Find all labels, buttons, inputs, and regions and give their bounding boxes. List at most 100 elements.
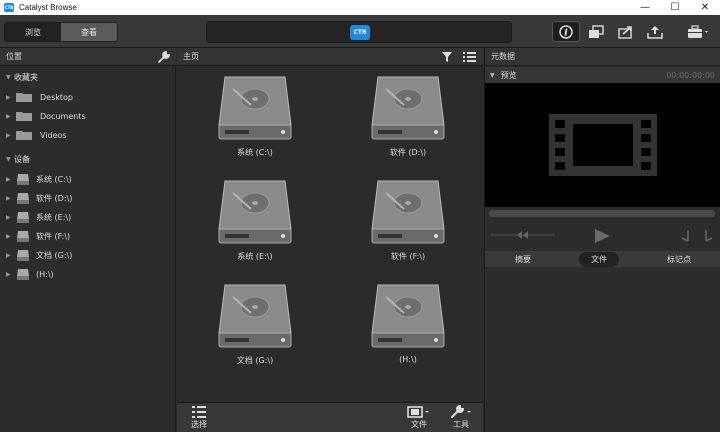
file-label: 文件 [411,420,427,429]
drive-tile-d[interactable]: 软件 (D:\) [353,75,463,165]
timecode-display: 00:00:00:00 [666,70,715,80]
device-item-c[interactable]: ▶ 系统 (C:\) [6,172,72,186]
film-placeholder-icon [549,114,657,176]
video-preview [485,83,720,207]
jog-shuttle-icon[interactable] [491,229,555,241]
hard-drive-icon [371,76,445,140]
hard-drive-icon [17,192,29,204]
export-button[interactable] [612,21,640,42]
tools-label: 工具 [453,420,469,429]
folder-icon [16,93,32,102]
device-item-h[interactable]: ▶ (H:\) [6,267,54,281]
tools-menu-button[interactable]: 工具 [449,405,473,430]
drive-label: 文档 (G:\) [236,356,274,365]
hard-drive-icon [17,173,29,185]
collapse-icon[interactable]: ▼ [490,72,495,79]
select-button[interactable]: 选择 [191,405,207,430]
drive-tile-g[interactable]: 文档 (G:\) [200,283,310,373]
tab-markers[interactable]: 标记点 [655,252,703,267]
device-label: 软件 (D:\) [36,193,73,203]
drive-label: 系统 (E:\) [237,252,273,261]
toolbar: 浏览 查看 CTB i [0,15,720,48]
location-display: CTB [206,21,512,43]
device-item-e[interactable]: ▶ 系统 (E:\) [6,210,71,224]
svg-text:i: i [564,28,568,38]
expand-icon[interactable]: ▶ [6,132,14,139]
hard-drive-icon [17,230,29,242]
drive-tile-c[interactable]: 系统 (C:\) [200,75,310,165]
select-list-icon [192,406,206,418]
mode-switcher: 浏览 查看 [4,22,118,42]
locations-panel: 位置 ▼ 收藏夹 ▶ Desktop ▶ Documents ▶ Videos ▼ 设备 … [0,48,176,432]
devices-group[interactable]: ▼ 设备 [6,152,30,166]
film-icon [407,406,429,418]
app-logo-icon: CTB [4,3,14,12]
play-icon[interactable] [593,228,611,244]
expand-icon[interactable]: ▶ [6,94,14,101]
filter-icon[interactable] [441,51,453,63]
maximize-button[interactable]: ☐ [660,0,690,15]
expand-icon[interactable]: ▶ [6,214,14,221]
copy-button[interactable] [582,21,610,42]
favorite-item-desktop[interactable]: ▶ Desktop [6,90,73,104]
hard-drive-icon [17,249,29,261]
tab-view[interactable]: 查看 [61,23,117,41]
device-item-g[interactable]: ▶ 文档 (G:\) [6,248,72,262]
tab-file[interactable]: 文件 [579,251,619,267]
file-menu-button[interactable]: 文件 [407,405,431,430]
mark-out-icon[interactable] [703,229,713,243]
info-icon: i [559,24,573,39]
mark-in-icon[interactable] [681,229,691,243]
expand-icon[interactable]: ▶ [6,233,14,240]
expand-icon[interactable]: ▶ [6,271,14,278]
metadata-header: 元数据 [485,48,720,66]
preview-section-header[interactable]: ▼ 预览 00:00:00:00 [485,67,720,83]
drive-tile-h[interactable]: (H:\) [353,283,463,373]
scrub-bar[interactable] [489,210,715,217]
drive-label: 软件 (D:\) [389,148,427,157]
info-button[interactable]: i [552,21,580,42]
expand-icon[interactable]: ▶ [6,176,14,183]
device-label: (H:\) [36,269,54,279]
preview-label: 预览 [500,70,517,80]
hard-drive-icon [371,284,445,348]
close-button[interactable]: ✕ [690,0,720,15]
window-title: Catalyst Browse [19,3,77,12]
export-icon [618,25,632,39]
expand-icon[interactable]: ▶ [6,195,14,202]
list-view-icon[interactable] [463,51,476,63]
panel-title: 位置 [6,52,22,61]
device-label: 文档 (G:\) [36,250,73,260]
device-item-f[interactable]: ▶ 软件 (F:\) [6,229,70,243]
device-item-d[interactable]: ▶ 软件 (D:\) [6,191,72,205]
playback-controls [485,224,720,248]
drive-tile-f[interactable]: 软件 (F:\) [353,179,463,269]
expand-icon[interactable]: ▼ [6,74,14,81]
folder-icon [16,131,32,140]
panel-title: 主页 [183,52,199,61]
locations-header: 位置 [0,48,176,66]
hard-drive-icon [218,76,292,140]
home-bottom-bar: 选择 文件 工具 [177,402,483,432]
favorites-group[interactable]: ▼ 收藏夹 [6,70,38,84]
wrench-icon [451,405,471,418]
drive-label: 系统 (C:\) [237,148,273,157]
wrench-icon[interactable] [157,50,171,64]
favorite-item-documents[interactable]: ▶ Documents [6,109,86,123]
expand-icon[interactable]: ▼ [6,156,14,163]
panel-title: 元数据 [491,52,515,61]
tab-browse[interactable]: 浏览 [5,23,61,41]
expand-icon[interactable]: ▶ [6,252,14,259]
tab-summary[interactable]: 摘要 [503,252,543,267]
home-header: 主页 [177,48,483,66]
upload-icon [647,25,663,39]
minimize-button[interactable]: — [630,0,660,15]
drive-tile-e[interactable]: 系统 (E:\) [200,179,310,269]
expand-icon[interactable]: ▶ [6,113,14,120]
upload-button[interactable] [641,21,669,42]
device-label: 系统 (C:\) [36,174,72,184]
favorite-label: Desktop [40,92,73,102]
favorite-item-videos[interactable]: ▶ Videos [6,128,67,142]
toolkit-button[interactable] [682,21,716,42]
drive-label: 软件 (F:\) [390,252,426,261]
